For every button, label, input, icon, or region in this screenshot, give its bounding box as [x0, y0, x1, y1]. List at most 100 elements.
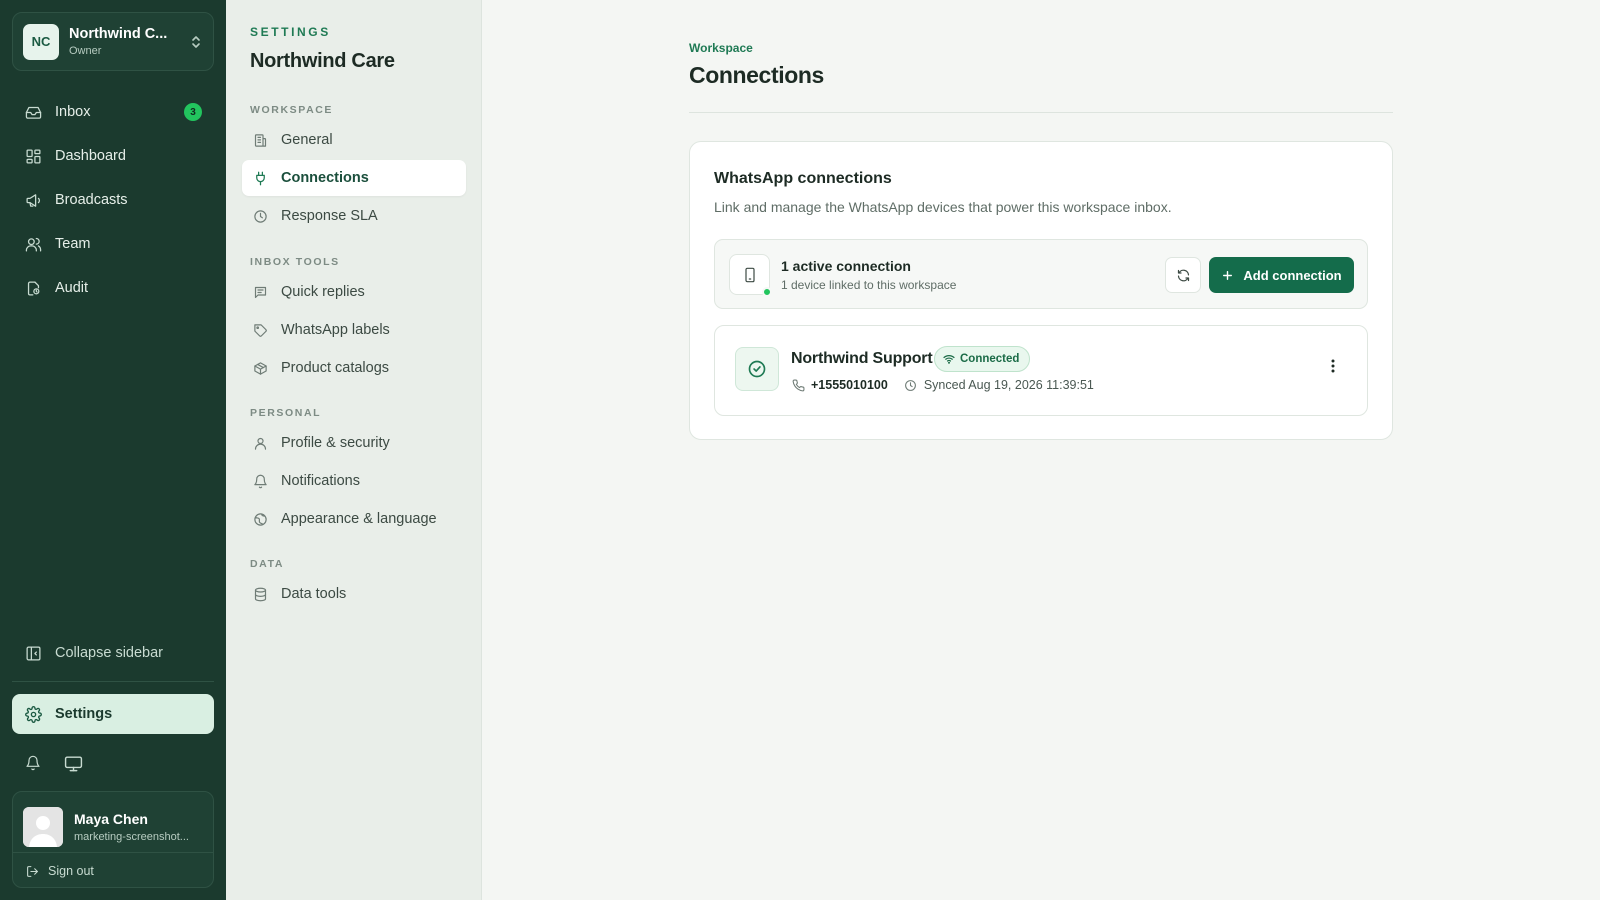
refresh-button[interactable]	[1165, 257, 1201, 293]
settings-item-general[interactable]: General	[242, 122, 466, 158]
user-profile[interactable]: Maya Chen marketing-screenshot...	[13, 792, 213, 852]
settings-item-quick-replies[interactable]: Quick replies	[242, 274, 466, 310]
workspace-switcher[interactable]: NC Northwind C... Owner	[12, 12, 214, 71]
add-connection-button[interactable]: Add connection	[1209, 257, 1354, 293]
settings-item-label: General	[281, 132, 333, 148]
sign-out-label: Sign out	[48, 864, 94, 878]
workspace-text: Northwind C... Owner	[69, 26, 189, 57]
section-heading: INBOX TOOLS	[250, 256, 340, 268]
gear-icon	[24, 705, 42, 723]
bell-icon	[252, 473, 268, 489]
connection-summary: 1 active connection 1 device linked to t…	[714, 239, 1368, 309]
status-badge: Connected	[934, 346, 1031, 372]
check-circle-icon	[735, 347, 779, 391]
collapse-sidebar-button[interactable]: Collapse sidebar	[12, 633, 214, 673]
main-content: Workspace Connections WhatsApp connectio…	[482, 0, 1600, 900]
nav-label: Dashboard	[55, 148, 126, 164]
user-card: Maya Chen marketing-screenshot... Sign o…	[12, 791, 214, 888]
workspace-role: Owner	[69, 45, 102, 57]
settings-item-label: Quick replies	[281, 284, 365, 300]
sidebar-divider	[12, 681, 214, 682]
section-heading: DATA	[250, 558, 285, 570]
workspace-logo: NC	[23, 23, 59, 60]
globe-icon	[252, 511, 268, 527]
dashboard-icon	[24, 147, 42, 165]
settings-item-label: WhatsApp labels	[281, 322, 390, 338]
inbox-icon	[24, 103, 42, 121]
settings-workspace-title: Northwind Care	[250, 50, 395, 72]
linked-devices-text: 1 device linked to this workspace	[781, 278, 957, 292]
sidebar-collapse-icon	[24, 644, 42, 662]
log-out-icon	[25, 864, 39, 878]
plug-icon	[252, 170, 268, 186]
bell-icon[interactable]	[22, 752, 44, 774]
utility-row	[22, 752, 84, 774]
settings-item-label: Notifications	[281, 473, 360, 489]
settings-section-data: DATA Data tools	[242, 554, 466, 612]
monitor-icon[interactable]	[62, 752, 84, 774]
nav-label: Team	[55, 236, 91, 252]
user-email: marketing-screenshot...	[74, 831, 189, 843]
clock-icon	[904, 378, 918, 392]
settings-item-notifications[interactable]: Notifications	[242, 463, 466, 499]
panel-description: Link and manage the WhatsApp devices tha…	[714, 199, 1172, 215]
last-synced: Synced Aug 19, 2026 11:39:51	[923, 378, 1094, 392]
nav-item-dashboard[interactable]: Dashboard	[12, 136, 214, 176]
settings-item-label: Data tools	[281, 586, 347, 602]
workspace-name: Northwind C...	[69, 26, 168, 42]
settings-item-data-tools[interactable]: Data tools	[242, 576, 466, 612]
collapse-label: Collapse sidebar	[55, 645, 164, 661]
section-heading: WORKSPACE	[250, 104, 334, 116]
chevron-up-down-icon	[189, 34, 203, 50]
more-options-button[interactable]	[1319, 352, 1347, 380]
nav-item-inbox[interactable]: Inbox 3	[12, 92, 214, 132]
message-square-icon	[252, 284, 268, 300]
app-sidebar: NC Northwind C... Owner Inbox 3 Dashboar…	[0, 0, 226, 900]
tag-icon	[252, 322, 268, 338]
settings-section-personal: PERSONAL Profile & security Notification…	[242, 403, 466, 537]
settings-item-product-catalogs[interactable]: Product catalogs	[242, 350, 466, 386]
connection-phone: +1555010100	[811, 378, 888, 392]
clock-icon	[252, 208, 268, 224]
nav-item-team[interactable]: Team	[12, 224, 214, 264]
inbox-count-badge: 3	[184, 103, 202, 121]
breadcrumb[interactable]: Workspace	[689, 41, 753, 55]
megaphone-icon	[24, 191, 42, 209]
nav-label: Audit	[55, 280, 89, 296]
settings-item-profile-security[interactable]: Profile & security	[242, 425, 466, 461]
settings-item-label: Response SLA	[281, 208, 378, 224]
user-name: Maya Chen	[74, 811, 148, 827]
wifi-icon	[943, 353, 955, 365]
status-label: Connected	[960, 353, 1020, 365]
plus-icon	[1221, 269, 1234, 282]
user-text: Maya Chen marketing-screenshot...	[74, 811, 200, 843]
active-connection-count: 1 active connection	[781, 258, 911, 274]
panel-title: WhatsApp connections	[714, 170, 892, 187]
connection-card[interactable]: Northwind Support Connected +1555010100 …	[714, 325, 1368, 416]
nav-item-audit[interactable]: Audit	[12, 268, 214, 308]
nav-item-broadcasts[interactable]: Broadcasts	[12, 180, 214, 220]
header-divider	[689, 112, 1393, 113]
settings-item-label: Connections	[281, 170, 369, 186]
refresh-icon	[1177, 269, 1189, 281]
page-title: Connections	[689, 62, 824, 88]
database-icon	[252, 586, 268, 602]
settings-nav: SETTINGS Northwind Care WORKSPACE Genera…	[226, 0, 482, 900]
settings-item-connections[interactable]: Connections	[242, 160, 466, 196]
settings-item-whatsapp-labels[interactable]: WhatsApp labels	[242, 312, 466, 348]
settings-section-inbox-tools: INBOX TOOLS Quick replies WhatsApp label…	[242, 252, 466, 386]
settings-item-label: Appearance & language	[281, 511, 437, 527]
package-icon	[252, 360, 268, 376]
settings-item-response-sla[interactable]: Response SLA	[242, 198, 466, 234]
user-icon	[252, 435, 268, 451]
section-heading: PERSONAL	[250, 407, 322, 419]
settings-item-appearance-language[interactable]: Appearance & language	[242, 501, 466, 537]
sign-out-button[interactable]: Sign out	[13, 853, 213, 889]
audit-icon	[24, 279, 42, 297]
online-status-dot	[762, 287, 772, 297]
nav-item-settings[interactable]: Settings	[12, 694, 214, 734]
phone-icon	[791, 378, 805, 392]
settings-item-label: Profile & security	[281, 435, 390, 451]
settings-label: Settings	[55, 706, 113, 722]
building-icon	[252, 132, 268, 148]
